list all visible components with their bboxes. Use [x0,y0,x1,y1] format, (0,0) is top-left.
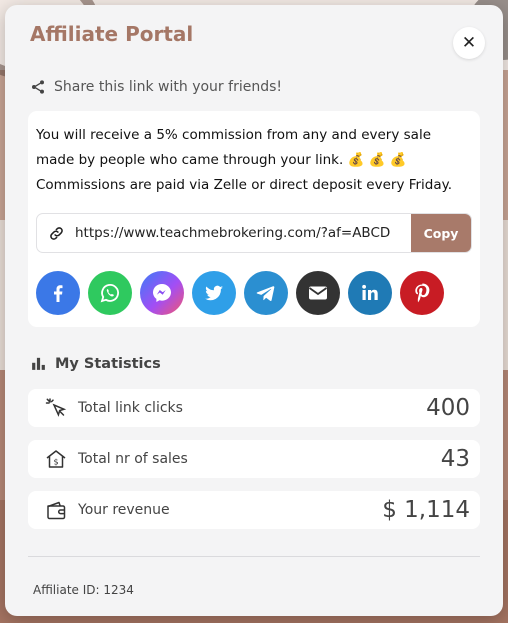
twitter-share-button[interactable] [192,271,236,315]
telegram-icon [256,286,275,301]
click-cursor-icon [38,396,74,420]
whatsapp-share-button[interactable] [88,271,132,315]
share-card: You will receive a 5% commission from an… [28,111,480,327]
statistics-heading-text: My Statistics [55,355,161,372]
stat-revenue: Your revenue $ 1,114 [28,491,480,529]
share-icon [32,80,44,94]
wallet-icon [38,498,74,522]
svg-text:$: $ [53,458,58,467]
copy-button[interactable]: Copy [411,214,471,252]
email-share-button[interactable] [296,271,340,315]
affiliate-url[interactable]: https://www.teachmebrokering.com/?af=ABC… [75,225,411,241]
statistics-heading: My Statistics [30,355,161,372]
divider [28,556,480,557]
stat-total-link-clicks: Total link clicks 400 [28,389,480,427]
affiliate-link-box: https://www.teachmebrokering.com/?af=ABC… [36,213,472,253]
stat-value: 400 [426,395,470,421]
whatsapp-icon [100,284,119,303]
house-dollar-icon: $ [38,447,74,471]
pinterest-share-button[interactable] [400,271,444,315]
close-icon: ✕ [461,33,477,53]
link-icon [37,225,75,242]
email-icon [308,286,328,300]
modal-title: Affiliate Portal [30,22,194,46]
stat-label: Your revenue [78,502,170,518]
affiliate-id: Affiliate ID: 1234 [33,583,134,597]
facebook-share-button[interactable] [36,271,80,315]
messenger-icon [153,284,171,302]
share-heading: Share this link with your friends! [30,79,282,95]
pinterest-icon [415,283,430,303]
commission-message: You will receive a 5% commission from an… [36,127,453,193]
stat-label: Total nr of sales [78,451,188,467]
bar-chart-icon [32,357,45,370]
twitter-icon [205,285,223,301]
facebook-icon [54,285,63,302]
stat-value: $ 1,114 [382,497,470,523]
close-button[interactable]: ✕ [453,27,485,59]
stat-label: Total link clicks [78,400,183,416]
linkedin-share-button[interactable] [348,271,392,315]
stat-total-sales: $ Total nr of sales 43 [28,440,480,478]
telegram-share-button[interactable] [244,271,288,315]
affiliate-portal-modal: Affiliate Portal ✕ Share this link with … [5,5,503,616]
messenger-share-button[interactable] [140,271,184,315]
linkedin-icon [362,284,378,300]
share-heading-text: Share this link with your friends! [54,79,282,95]
stat-value: 43 [440,446,470,472]
social-share-buttons [36,271,444,315]
